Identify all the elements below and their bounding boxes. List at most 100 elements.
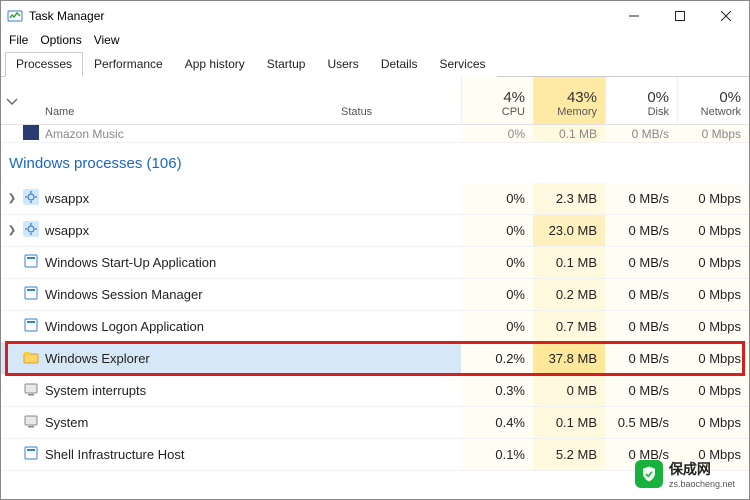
memory-cell: 37.8 MB xyxy=(533,343,605,374)
table-row[interactable]: Windows Start-Up Application 0%0.1 MB0 MB… xyxy=(1,247,749,279)
watermark: 保成网 zs.baocheng.net xyxy=(629,455,741,493)
process-icon xyxy=(23,413,43,432)
minimize-button[interactable] xyxy=(611,1,657,31)
column-header-disk[interactable]: 0% Disk xyxy=(605,77,677,124)
column-header-name[interactable]: Name xyxy=(43,106,341,124)
disk-cell: 0 MB/s xyxy=(605,311,677,342)
close-button[interactable] xyxy=(703,1,749,31)
process-name: Windows Start-Up Application xyxy=(45,255,216,270)
network-cell: 0 Mbps xyxy=(677,375,749,406)
process-icon xyxy=(23,285,43,304)
cpu-cell: 0% xyxy=(461,215,533,246)
group-header-windows-processes[interactable]: Windows processes (106) xyxy=(1,143,749,183)
memory-cell: 0.7 MB xyxy=(533,311,605,342)
task-manager-icon xyxy=(7,8,23,24)
disk-cell: 0 MB/s xyxy=(605,183,677,214)
tab-details[interactable]: Details xyxy=(370,52,429,77)
cpu-cell: 0% xyxy=(461,247,533,278)
expand-chevron-icon[interactable]: ❯ xyxy=(1,193,23,204)
table-row[interactable]: ❯ wsappx 0%23.0 MB0 MB/s0 Mbps xyxy=(1,215,749,247)
tab-processes[interactable]: Processes xyxy=(5,52,83,77)
process-list[interactable]: Amazon Music0%0.1 MB0 MB/s0 MbpsWindows … xyxy=(1,125,749,471)
column-header-network[interactable]: 0% Network xyxy=(677,77,749,124)
network-cell: 0 Mbps xyxy=(677,407,749,438)
process-name: wsappx xyxy=(45,223,89,238)
process-icon xyxy=(23,445,43,464)
process-icon xyxy=(23,349,43,368)
process-name: System interrupts xyxy=(45,383,146,398)
network-usage-pct: 0% xyxy=(719,89,741,106)
process-icon xyxy=(23,381,43,400)
menu-options[interactable]: Options xyxy=(40,33,81,47)
disk-cell: 0 MB/s xyxy=(605,215,677,246)
column-headers: Name Status 4% CPU 43% Memory 0% Disk 0%… xyxy=(1,77,749,125)
network-cell: 0 Mbps xyxy=(677,183,749,214)
cpu-cell: 0.4% xyxy=(461,407,533,438)
process-name: Windows Explorer xyxy=(45,351,150,366)
memory-cell: 2.3 MB xyxy=(533,183,605,214)
column-header-cpu[interactable]: 4% CPU xyxy=(461,77,533,124)
cpu-cell: 0% xyxy=(461,279,533,310)
cpu-cell: 0.2% xyxy=(461,343,533,374)
memory-usage-pct: 43% xyxy=(567,89,597,106)
memory-cell: 0.1 MB xyxy=(533,247,605,278)
network-cell: 0 Mbps xyxy=(677,125,749,142)
watermark-sub: zs.baocheng.net xyxy=(669,479,735,489)
tab-services[interactable]: Services xyxy=(429,52,497,77)
table-row[interactable]: Windows Explorer 0.2%37.8 MB0 MB/s0 Mbps xyxy=(1,343,749,375)
table-row[interactable]: Amazon Music 0%0.1 MB0 MB/s0 Mbps xyxy=(1,125,749,143)
window-controls xyxy=(611,1,749,31)
maximize-button[interactable] xyxy=(657,1,703,31)
cpu-cell: 0.1% xyxy=(461,439,533,470)
menu-bar: File Options View xyxy=(1,31,749,51)
table-row[interactable]: System0.4%0.1 MB0.5 MB/s0 Mbps xyxy=(1,407,749,439)
memory-cell: 0 MB xyxy=(533,375,605,406)
tab-startup[interactable]: Startup xyxy=(256,52,317,77)
disk-cell: 0 MB/s xyxy=(605,375,677,406)
memory-cell: 0.1 MB xyxy=(533,125,605,142)
cpu-usage-pct: 4% xyxy=(503,89,525,106)
network-cell: 0 Mbps xyxy=(677,343,749,374)
table-row[interactable]: Windows Logon Application 0%0.7 MB0 MB/s0… xyxy=(1,311,749,343)
sort-indicator[interactable] xyxy=(1,77,23,124)
process-name: Amazon Music xyxy=(45,127,124,141)
process-name: wsappx xyxy=(45,191,89,206)
disk-cell: 0 MB/s xyxy=(605,125,677,142)
cpu-cell: 0% xyxy=(461,125,533,142)
tab-users[interactable]: Users xyxy=(316,52,369,77)
disk-cell: 0 MB/s xyxy=(605,279,677,310)
process-icon xyxy=(23,189,43,208)
process-name: Windows Logon Application xyxy=(45,319,204,334)
column-header-status[interactable]: Status xyxy=(341,106,461,124)
tab-app-history[interactable]: App history xyxy=(174,52,256,77)
table-row[interactable]: System interrupts 0.3%0 MB0 MB/s0 Mbps xyxy=(1,375,749,407)
memory-cell: 0.2 MB xyxy=(533,279,605,310)
tab-performance[interactable]: Performance xyxy=(83,52,174,77)
table-row[interactable]: ❯ wsappx 0%2.3 MB0 MB/s0 Mbps xyxy=(1,183,749,215)
expand-chevron-icon[interactable]: ❯ xyxy=(1,225,23,236)
cpu-cell: 0% xyxy=(461,183,533,214)
process-icon xyxy=(23,253,43,272)
disk-cell: 0 MB/s xyxy=(605,343,677,374)
tab-strip: Processes Performance App history Startu… xyxy=(1,51,749,77)
disk-cell: 0 MB/s xyxy=(605,247,677,278)
cpu-cell: 0.3% xyxy=(461,375,533,406)
table-row[interactable]: Windows Session Manager0%0.2 MB0 MB/s0 M… xyxy=(1,279,749,311)
memory-cell: 0.1 MB xyxy=(533,407,605,438)
menu-view[interactable]: View xyxy=(94,33,120,47)
network-cell: 0 Mbps xyxy=(677,215,749,246)
menu-file[interactable]: File xyxy=(9,33,28,47)
title-bar: Task Manager xyxy=(1,1,749,31)
memory-cell: 23.0 MB xyxy=(533,215,605,246)
process-icon xyxy=(23,317,43,336)
cpu-cell: 0% xyxy=(461,311,533,342)
shield-icon xyxy=(635,460,663,488)
watermark-text: 保成网 xyxy=(669,459,735,479)
memory-cell: 5.2 MB xyxy=(533,439,605,470)
window-title: Task Manager xyxy=(29,9,104,23)
process-name: Shell Infrastructure Host xyxy=(45,447,184,462)
process-name: Windows Session Manager xyxy=(45,287,203,302)
column-header-memory[interactable]: 43% Memory xyxy=(533,77,605,124)
network-cell: 0 Mbps xyxy=(677,311,749,342)
process-name: System xyxy=(45,415,88,430)
